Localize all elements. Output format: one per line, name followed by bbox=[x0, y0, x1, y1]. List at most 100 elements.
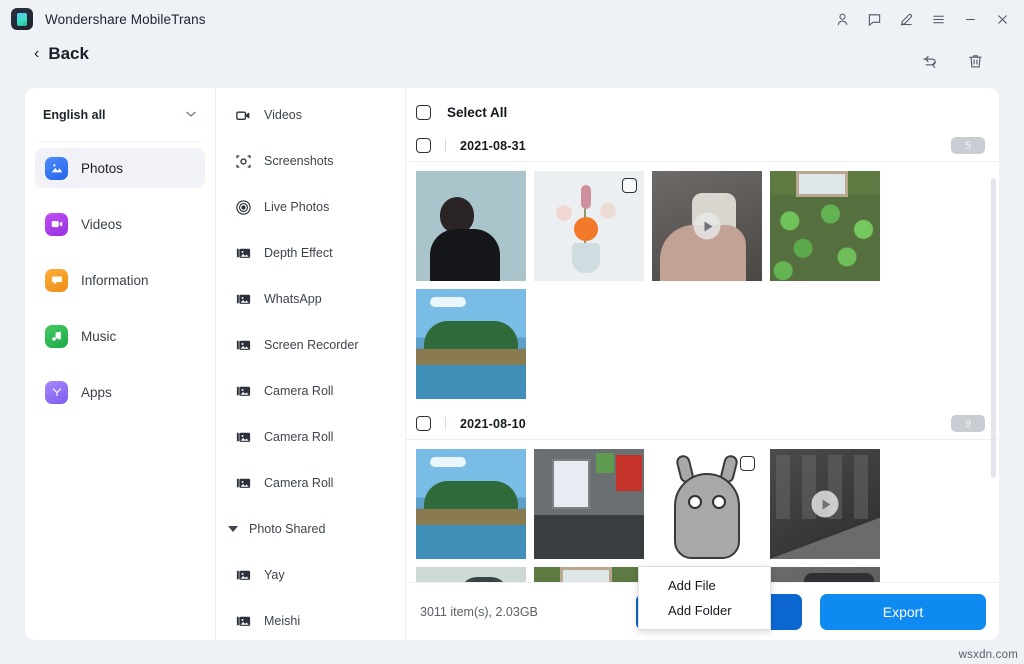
thumbnail-item[interactable] bbox=[770, 449, 880, 559]
menu-item-add-file[interactable]: Add File bbox=[639, 573, 770, 598]
divider bbox=[445, 417, 446, 430]
live-photo-icon bbox=[234, 198, 252, 216]
album-item-label: Screenshots bbox=[264, 154, 333, 168]
refresh-sync-icon[interactable] bbox=[916, 48, 942, 74]
album-item-screenshots[interactable]: Screenshots bbox=[216, 138, 405, 184]
thumbnail-item[interactable] bbox=[416, 289, 526, 399]
album-item-label: Videos bbox=[264, 108, 302, 122]
date-group-label: 2021-08-10 bbox=[460, 417, 526, 431]
sidebar-item-label: Information bbox=[81, 273, 149, 288]
minimize-icon[interactable] bbox=[954, 4, 986, 34]
video-play-icon bbox=[694, 213, 721, 240]
photo-stack-icon bbox=[234, 290, 252, 308]
app-window: Wondershare MobileTrans bbox=[0, 0, 1024, 664]
title-bar: Wondershare MobileTrans bbox=[0, 0, 1024, 38]
watermark: wsxdn.com bbox=[959, 649, 1018, 661]
date-group-label: 2021-08-31 bbox=[460, 139, 526, 153]
screenshot-icon bbox=[234, 152, 252, 170]
header-tools bbox=[916, 48, 988, 74]
language-selector[interactable]: English all bbox=[39, 88, 201, 142]
item-count-label: 3011 item(s), 2.03GB bbox=[420, 605, 538, 619]
chevron-down-icon bbox=[185, 109, 197, 121]
thumbnail-item[interactable] bbox=[416, 171, 526, 281]
sidebar-item-information[interactable]: Information bbox=[35, 260, 205, 300]
photo-stack-icon bbox=[234, 428, 252, 446]
import-context-menu: Add File Add Folder bbox=[638, 566, 771, 630]
album-item-label: Camera Roll bbox=[264, 476, 333, 490]
photo-stack-icon bbox=[234, 336, 252, 354]
content-panel: Select All 2021-08-31 5 202 bbox=[405, 88, 999, 640]
select-all-checkbox[interactable] bbox=[416, 105, 431, 120]
album-item-camera-roll-1[interactable]: Camera Roll bbox=[216, 368, 405, 414]
photo-stack-icon bbox=[234, 566, 252, 584]
sidebar-item-apps[interactable]: Apps bbox=[35, 372, 205, 412]
date-group-checkbox[interactable] bbox=[416, 416, 431, 431]
video-camera-icon bbox=[234, 106, 252, 124]
header-bar: ‹ Back bbox=[0, 40, 1024, 86]
date-group-count-badge: 5 bbox=[951, 137, 985, 154]
sidebar-item-label: Photos bbox=[81, 161, 123, 176]
thumbnail-item[interactable] bbox=[770, 171, 880, 281]
apps-icon bbox=[45, 381, 68, 404]
album-item-screen-recorder[interactable]: Screen Recorder bbox=[216, 322, 405, 368]
album-item-label: Camera Roll bbox=[264, 384, 333, 398]
back-button[interactable]: ‹ Back bbox=[34, 44, 89, 64]
album-item-label: Yay bbox=[264, 568, 285, 582]
mobiletrans-logo-icon bbox=[11, 8, 33, 30]
album-item-label: WhatsApp bbox=[264, 292, 322, 306]
thumbnail-grid bbox=[406, 162, 999, 399]
sidebar-item-label: Music bbox=[81, 329, 116, 344]
videos-icon bbox=[45, 213, 68, 236]
date-group-checkbox[interactable] bbox=[416, 138, 431, 153]
close-icon[interactable] bbox=[986, 4, 1018, 34]
sidebar-item-photos[interactable]: Photos bbox=[35, 148, 205, 188]
album-item-whatsapp[interactable]: WhatsApp bbox=[216, 276, 405, 322]
sidebar-item-label: Videos bbox=[81, 217, 122, 232]
feedback-icon[interactable] bbox=[858, 4, 890, 34]
sidebar-panel: English all Photos Videos bbox=[25, 88, 215, 640]
album-item-videos[interactable]: Videos bbox=[216, 92, 405, 138]
photo-stack-icon bbox=[234, 474, 252, 492]
album-item-label: Camera Roll bbox=[264, 430, 333, 444]
information-icon bbox=[45, 269, 68, 292]
album-item-camera-roll-3[interactable]: Camera Roll bbox=[216, 460, 405, 506]
app-title: Wondershare MobileTrans bbox=[45, 12, 206, 27]
disclosure-triangle-icon bbox=[228, 526, 238, 532]
date-group-header[interactable]: 2021-08-10 9 bbox=[406, 408, 999, 440]
thumbnail-item[interactable] bbox=[534, 171, 644, 281]
album-item-camera-roll-2[interactable]: Camera Roll bbox=[216, 414, 405, 460]
album-group-photo-shared[interactable]: Photo Shared bbox=[216, 506, 405, 552]
thumbnail-item[interactable] bbox=[534, 449, 644, 559]
delete-trash-icon[interactable] bbox=[962, 48, 988, 74]
back-chevron-icon: ‹ bbox=[34, 46, 39, 62]
thumbnail-checkbox[interactable] bbox=[740, 456, 755, 471]
window-controls bbox=[826, 0, 1018, 38]
select-all-row[interactable]: Select All bbox=[406, 94, 999, 130]
album-item-label: Depth Effect bbox=[264, 246, 333, 260]
export-button[interactable]: Export bbox=[820, 594, 986, 630]
sidebar-nav: Photos Videos Information Music bbox=[25, 142, 215, 412]
thumbnail-item[interactable] bbox=[652, 449, 762, 559]
photo-stack-icon bbox=[234, 612, 252, 630]
thumbnail-item[interactable] bbox=[652, 171, 762, 281]
album-item-meishi[interactable]: Meishi bbox=[216, 598, 405, 640]
menu-icon[interactable] bbox=[922, 4, 954, 34]
vertical-scrollbar[interactable] bbox=[991, 178, 996, 478]
album-item-yay[interactable]: Yay bbox=[216, 552, 405, 598]
album-item-live-photos[interactable]: Live Photos bbox=[216, 184, 405, 230]
photos-icon bbox=[45, 157, 68, 180]
date-group-header[interactable]: 2021-08-31 5 bbox=[406, 130, 999, 162]
thumbnail-checkbox[interactable] bbox=[622, 178, 637, 193]
sidebar-item-music[interactable]: Music bbox=[35, 316, 205, 356]
thumbnail-item[interactable] bbox=[416, 449, 526, 559]
account-icon[interactable] bbox=[826, 4, 858, 34]
album-item-depth-effect[interactable]: Depth Effect bbox=[216, 230, 405, 276]
album-item-label: Screen Recorder bbox=[264, 338, 359, 352]
menu-item-add-folder[interactable]: Add Folder bbox=[639, 598, 770, 623]
video-play-icon bbox=[812, 491, 839, 518]
sidebar-item-videos[interactable]: Videos bbox=[35, 204, 205, 244]
music-icon bbox=[45, 325, 68, 348]
sidebar-item-label: Apps bbox=[81, 385, 112, 400]
edit-icon[interactable] bbox=[890, 4, 922, 34]
select-all-label: Select All bbox=[447, 105, 507, 120]
